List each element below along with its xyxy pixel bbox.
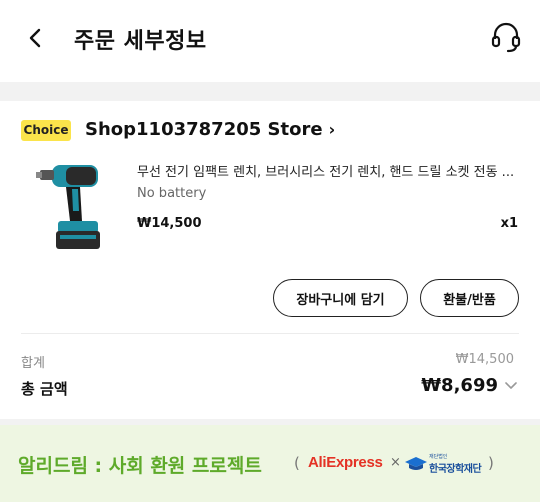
- divider: [21, 333, 519, 334]
- product-variant: No battery: [137, 186, 207, 201]
- page-title: 주문 세부정보: [74, 29, 207, 54]
- product-image[interactable]: [36, 159, 108, 259]
- banner-title: 알리드림 : 사회 환원 프로젝트: [18, 455, 262, 477]
- product-quantity: x1: [500, 216, 518, 231]
- subtotal-label: 합계: [21, 356, 45, 371]
- order-item-card: Choice Shop1103787205 Store › 무선 전기 임팩트 렌…: [0, 101, 540, 419]
- kosaf-logo: 재단법인 한국장학재단: [404, 453, 486, 475]
- store-name: Shop1103787205 Store: [85, 119, 323, 140]
- header-bar: 주문 세부정보: [0, 0, 540, 82]
- choice-badge: Choice: [21, 120, 71, 141]
- kosaf-small-label: 재단법인: [429, 454, 448, 460]
- alidream-banner[interactable]: 알리드림 : 사회 환원 프로젝트 ( AliExpress × 재단법인 한국…: [0, 425, 540, 502]
- banner-times: ×: [390, 455, 401, 470]
- aliexpress-logo: AliExpress: [308, 454, 383, 471]
- kosaf-name: 한국장학재단: [429, 464, 482, 475]
- product-price: ₩14,500: [137, 216, 202, 231]
- store-link[interactable]: Shop1103787205 Store ›: [85, 119, 335, 140]
- add-to-cart-button[interactable]: 장바구니에 담기: [273, 279, 408, 317]
- graduation-cap-icon: [405, 457, 427, 470]
- banner-paren-open: (: [294, 454, 300, 472]
- product-title[interactable]: 무선 전기 임팩트 렌치, 브러시리스 전기 렌치, 핸드 드릴 소켓 전동 .…: [137, 161, 519, 180]
- subtotal-value: ₩14,500: [455, 352, 514, 367]
- chevron-right-icon: ›: [328, 120, 336, 139]
- back-arrow-icon[interactable]: [22, 24, 50, 52]
- total-value: ₩8,699: [421, 375, 498, 396]
- chevron-down-icon[interactable]: [504, 380, 518, 392]
- headset-icon[interactable]: [490, 20, 522, 54]
- banner-paren-close: ): [488, 454, 494, 472]
- refund-return-button[interactable]: 환불/반품: [420, 279, 519, 317]
- total-label: 총 금액: [21, 380, 68, 398]
